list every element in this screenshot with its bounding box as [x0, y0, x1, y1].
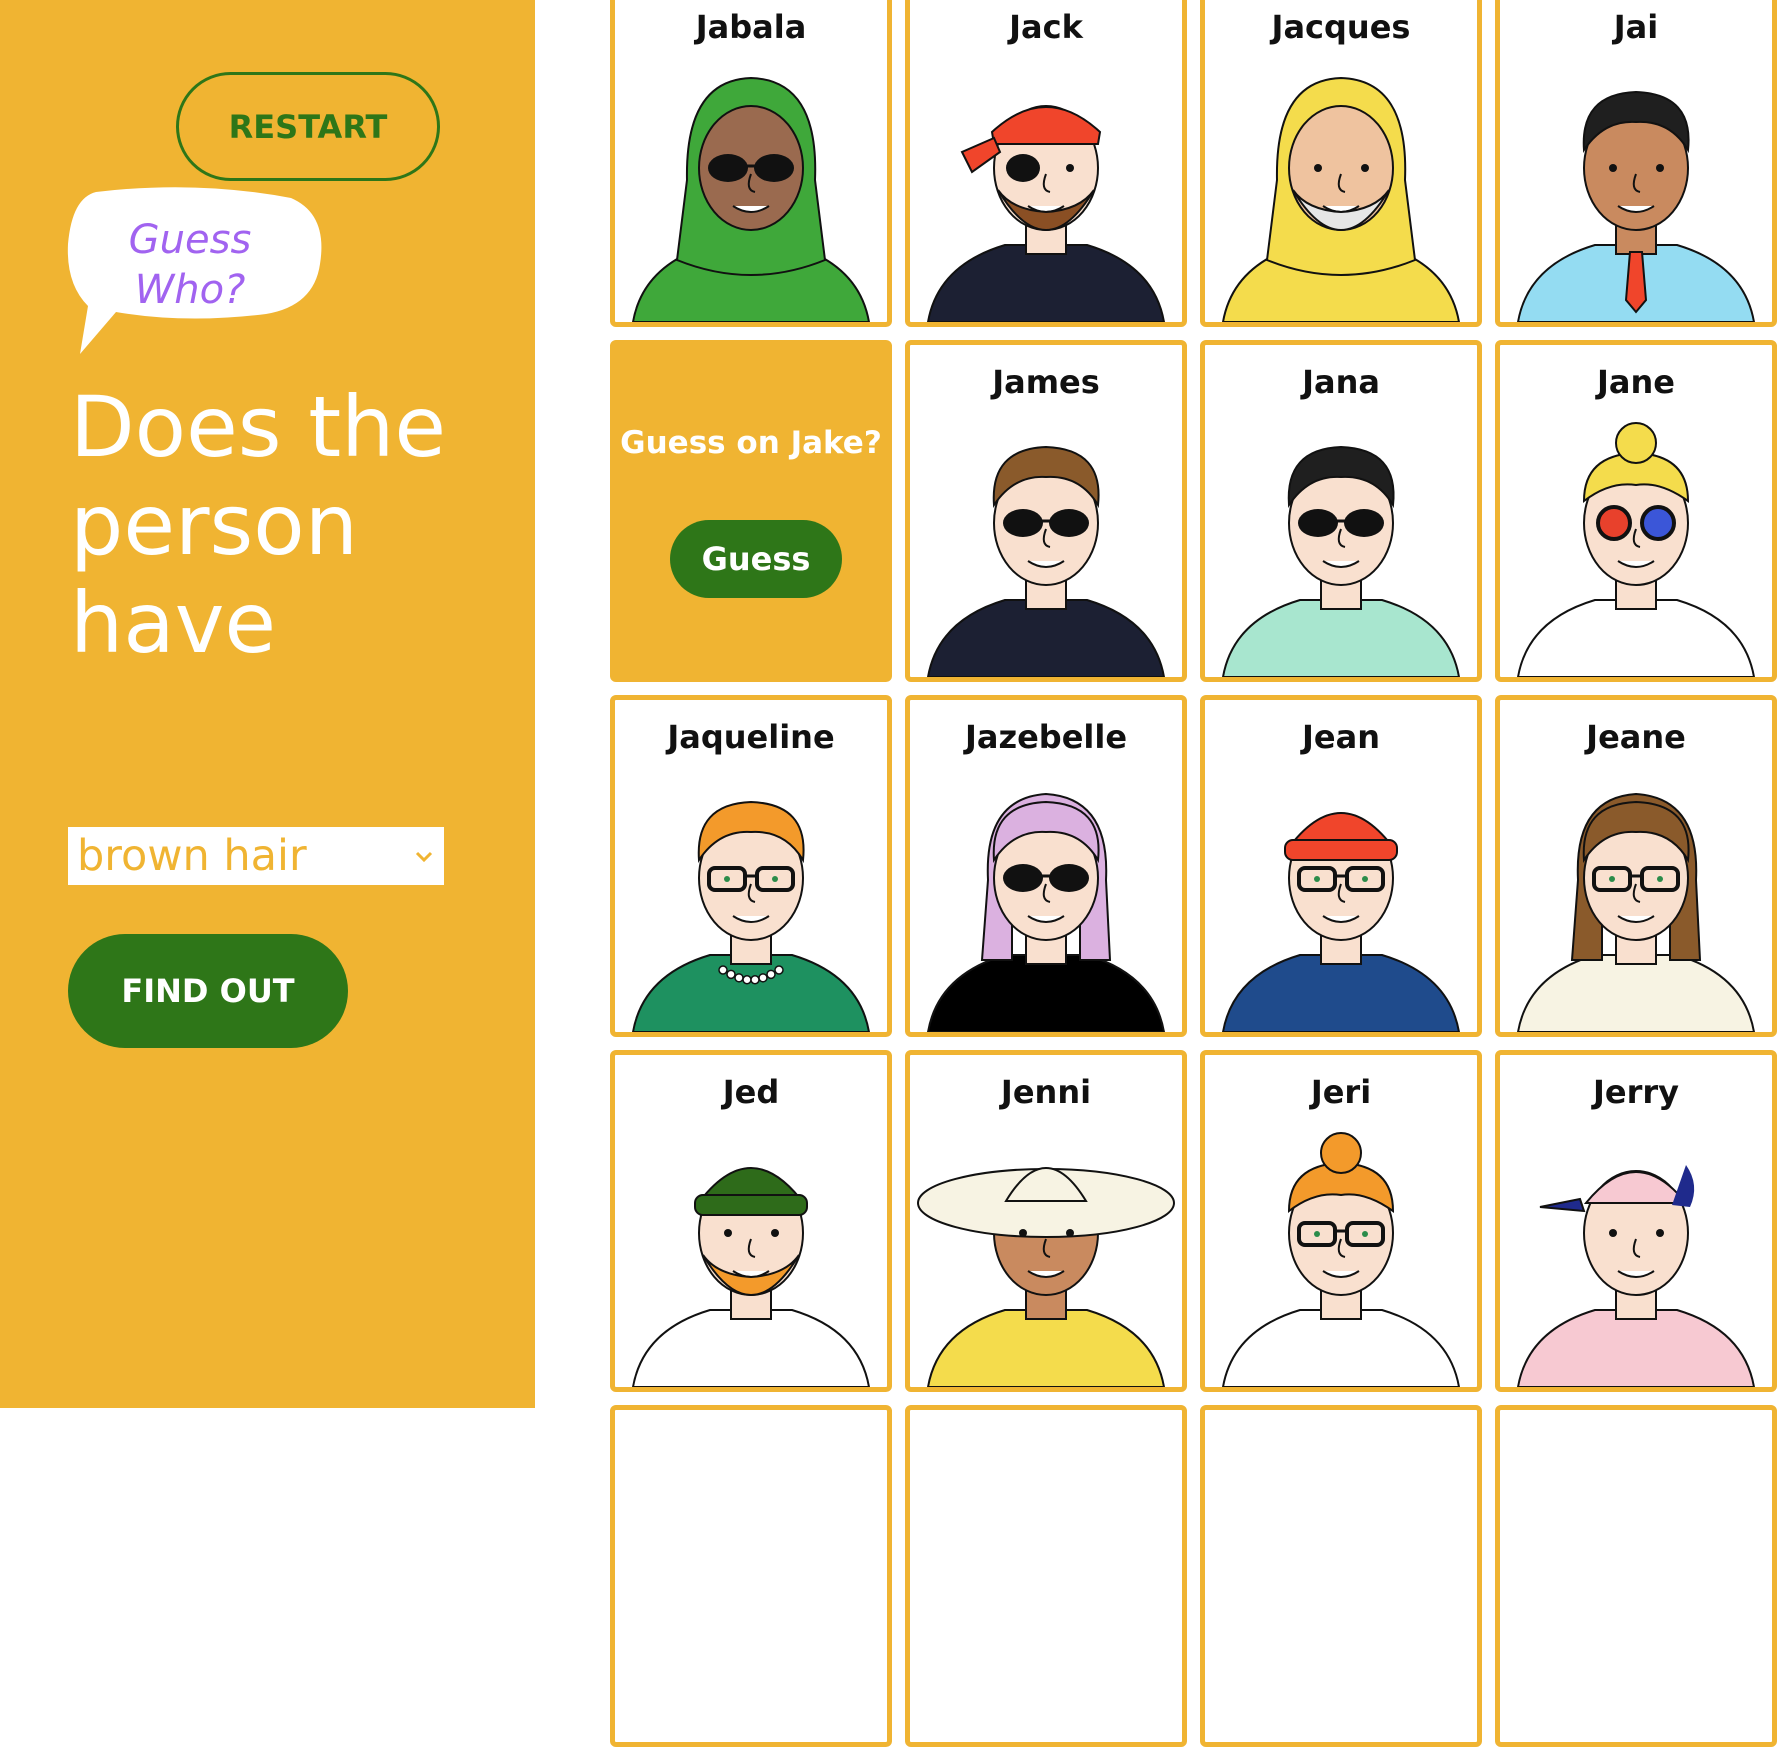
- guess-button[interactable]: Guess: [670, 520, 842, 598]
- character-portrait: [1221, 1132, 1461, 1387]
- character-card-jane[interactable]: Jane: [1495, 340, 1777, 682]
- logo-text: Guess Who?: [100, 215, 280, 315]
- chevron-down-icon: [415, 851, 433, 863]
- character-card-offscreen[interactable]: [905, 1405, 1187, 1747]
- attribute-select[interactable]: brown hair: [68, 827, 444, 885]
- character-portrait: [631, 1167, 871, 1387]
- character-board: Jabala Jack Jacques Jai Guess on Jake? Guess J…: [535, 0, 1786, 1747]
- character-portrait: [631, 76, 871, 322]
- character-portrait: [631, 800, 871, 1032]
- character-portrait: [1221, 445, 1461, 677]
- character-portrait: [917, 1167, 1175, 1387]
- question-text: Does the person have: [70, 378, 447, 672]
- character-card-jacques[interactable]: Jacques: [1200, 0, 1482, 327]
- character-name: Jazebelle: [964, 718, 1128, 756]
- character-portrait: [926, 792, 1166, 1032]
- find-out-button[interactable]: FIND OUT: [68, 934, 348, 1048]
- character-portrait: [1221, 76, 1461, 322]
- character-portrait: [926, 445, 1166, 677]
- character-card-james[interactable]: James: [905, 340, 1187, 682]
- character-card-jack[interactable]: Jack: [905, 0, 1187, 327]
- character-card-offscreen[interactable]: [1495, 1405, 1777, 1747]
- character-name: Jabala: [695, 8, 807, 46]
- logo-line-guess: Guess: [128, 217, 252, 263]
- character-card-jerry[interactable]: Jerry: [1495, 1050, 1777, 1392]
- character-name: Jaqueline: [667, 718, 835, 756]
- character-portrait: [1221, 812, 1461, 1032]
- character-card-jed[interactable]: Jed: [610, 1050, 892, 1392]
- character-card-jana[interactable]: Jana: [1200, 340, 1482, 682]
- card-flipped-jake[interactable]: Guess on Jake? Guess: [610, 340, 892, 682]
- character-card-jeane[interactable]: Jeane: [1495, 695, 1777, 1037]
- character-card-offscreen[interactable]: [1200, 1405, 1482, 1747]
- character-name: Jacques: [1271, 8, 1411, 46]
- sidebar: RESTART Guess Who? Does the person have …: [0, 0, 535, 1408]
- character-portrait: [1516, 1165, 1756, 1387]
- character-name: Jed: [722, 1073, 780, 1111]
- character-name: Jeri: [1310, 1073, 1372, 1111]
- character-card-offscreen[interactable]: [610, 1405, 892, 1747]
- character-portrait: [1516, 792, 1756, 1032]
- character-card-jean[interactable]: Jean: [1200, 695, 1482, 1037]
- character-name: Jeane: [1586, 718, 1686, 756]
- character-name: Jana: [1302, 363, 1380, 401]
- character-card-jai[interactable]: Jai: [1495, 0, 1777, 327]
- logo-line-who: Who?: [134, 267, 246, 313]
- character-portrait: [1516, 422, 1756, 677]
- character-portrait: [1516, 90, 1756, 322]
- character-card-jabala[interactable]: Jabala: [610, 0, 892, 327]
- character-name: Jack: [1009, 8, 1083, 46]
- character-name: Jane: [1597, 363, 1675, 401]
- character-card-jenni[interactable]: Jenni: [905, 1050, 1187, 1392]
- character-card-jazebelle[interactable]: Jazebelle: [905, 695, 1187, 1037]
- character-name: Jenni: [1000, 1073, 1092, 1111]
- character-card-jaqueline[interactable]: Jaqueline: [610, 695, 892, 1037]
- character-card-jeri[interactable]: Jeri: [1200, 1050, 1482, 1392]
- attribute-select-value: brown hair: [77, 831, 307, 881]
- guess-prompt: Guess on Jake?: [620, 425, 882, 461]
- character-portrait: [926, 105, 1166, 322]
- character-name: James: [992, 363, 1100, 401]
- character-name: Jerry: [1592, 1073, 1680, 1111]
- character-name: Jean: [1302, 718, 1380, 756]
- restart-button[interactable]: RESTART: [176, 72, 440, 181]
- character-name: Jai: [1613, 8, 1659, 46]
